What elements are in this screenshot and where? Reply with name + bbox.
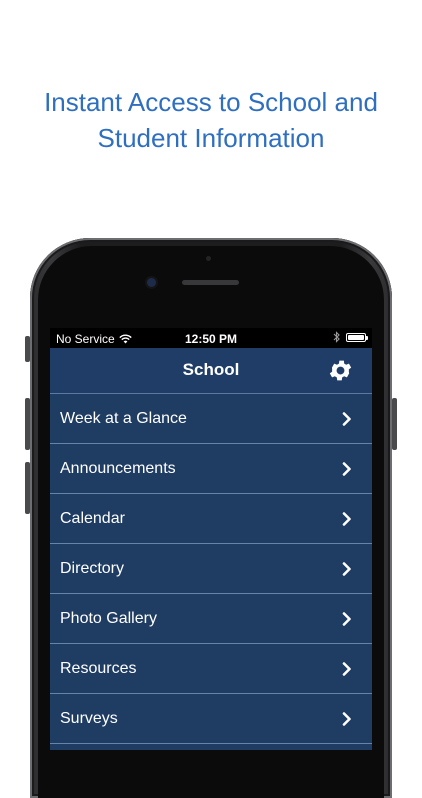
chevron-right-icon bbox=[342, 661, 351, 676]
chevron-right-icon bbox=[342, 411, 351, 426]
menu-item-label: Surveys bbox=[60, 709, 118, 727]
status-time: 12:50 PM bbox=[184, 332, 238, 346]
menu-item-directory[interactable]: Directory bbox=[50, 544, 372, 594]
menu-item-label: Announcements bbox=[60, 459, 176, 477]
menu-item-label: Directory bbox=[60, 559, 125, 577]
menu-item-announcements[interactable]: Announcements bbox=[50, 444, 372, 494]
menu-item-surveys[interactable]: Surveys bbox=[50, 694, 372, 744]
status-right bbox=[333, 331, 368, 343]
headline-line-2: Student Information bbox=[97, 123, 325, 153]
front-camera bbox=[147, 278, 156, 287]
menu-item-week-at-a-glance[interactable]: Week at a Glance bbox=[50, 394, 372, 444]
bluetooth-icon bbox=[333, 331, 340, 343]
chevron-right-icon bbox=[342, 561, 351, 576]
proximity-sensor bbox=[206, 256, 211, 261]
menu-item-label: Photo Gallery bbox=[60, 609, 157, 627]
menu-item-resources[interactable]: Resources bbox=[50, 644, 372, 694]
status-bar: No Service 12:50 PM bbox=[50, 328, 372, 348]
chevron-right-icon bbox=[342, 611, 351, 626]
phone-screen: No Service 12:50 PM School Week at a Gla… bbox=[50, 328, 372, 750]
menu-item-photo-gallery[interactable]: Photo Gallery bbox=[50, 594, 372, 644]
menu-item-calendar[interactable]: Calendar bbox=[50, 494, 372, 544]
phone-power-button bbox=[392, 398, 397, 450]
battery-icon bbox=[346, 332, 368, 342]
menu-item-label: Week at a Glance bbox=[60, 409, 187, 427]
headline: Instant Access to School and Student Inf… bbox=[0, 84, 422, 156]
nav-bar: School bbox=[50, 348, 372, 394]
chevron-right-icon bbox=[342, 711, 351, 726]
chevron-right-icon bbox=[342, 461, 351, 476]
menu-item-label: Calendar bbox=[60, 509, 125, 527]
menu-list: Week at a Glance Announcements Calendar … bbox=[50, 394, 372, 744]
gear-icon[interactable] bbox=[327, 357, 354, 384]
headline-line-1: Instant Access to School and bbox=[44, 87, 378, 117]
nav-title: School bbox=[182, 360, 240, 379]
chevron-right-icon bbox=[342, 511, 351, 526]
earpiece-speaker bbox=[182, 280, 239, 285]
menu-item-label: Resources bbox=[60, 659, 137, 677]
